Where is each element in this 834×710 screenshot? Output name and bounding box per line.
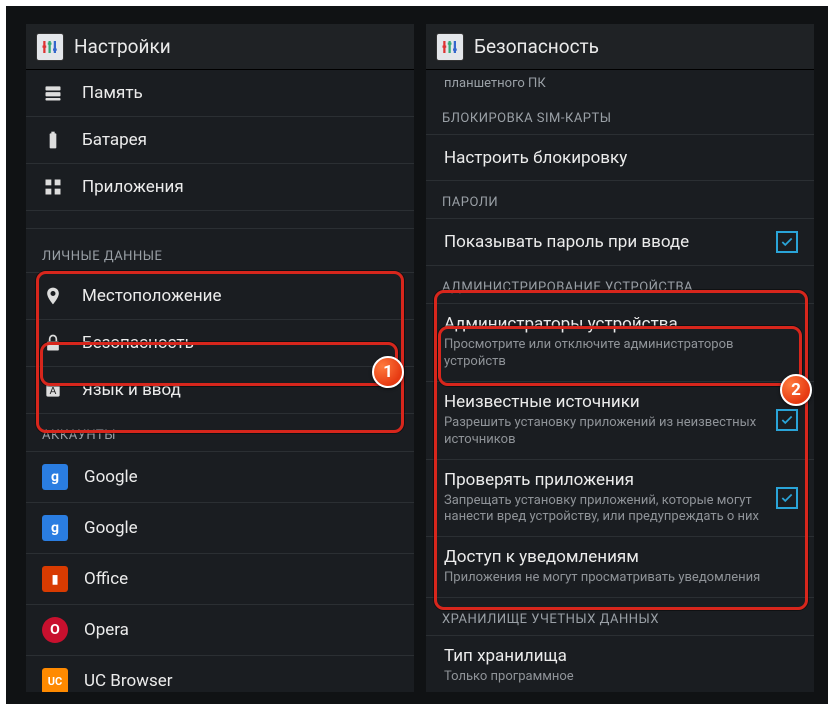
row-subtitle: Только программное (444, 669, 798, 686)
item-show-password[interactable]: Показывать пароль при вводе (426, 219, 814, 266)
row-label: Opera (84, 620, 398, 640)
row-label: Настроить блокировку (444, 148, 798, 168)
row-subtitle: Приложения не могут просматривать уведом… (444, 570, 798, 587)
section-accounts: АККАУНТЫ (26, 414, 414, 452)
phone-security: Безопасность планшетного ПК БЛОКИРОВКА S… (426, 24, 814, 692)
row-label: Приложения (82, 177, 398, 197)
item-unknown-sources[interactable]: Неизвестные источники Разрешить установк… (426, 382, 814, 460)
account-item-office[interactable]: ▮ Office (26, 554, 414, 605)
row-label: Google (84, 518, 398, 538)
settings-item-battery[interactable]: Батарея (26, 117, 414, 164)
row-subtitle: Просмотрите или отключите администраторо… (444, 337, 798, 371)
row-label: Безопасность (82, 333, 398, 353)
google-icon: g (42, 515, 68, 541)
section-passwords: ПАРОЛИ (426, 181, 814, 219)
titlebar: Безопасность (426, 24, 814, 70)
opera-icon: O (42, 617, 68, 643)
section-personal: ЛИЧНЫЕ ДАННЫЕ (26, 229, 414, 273)
settings-app-icon (36, 33, 64, 61)
row-subtitle: Запрещать установку приложений, которые … (444, 493, 768, 527)
row-label: UC Browser (84, 671, 398, 691)
checkbox-checked-icon[interactable] (776, 487, 798, 509)
truncated-subtitle: планшетного ПК (426, 70, 814, 97)
section-simlock: БЛОКИРОВКА SIM-КАРТЫ (426, 97, 814, 135)
section-credentials: ХРАНИЛИЩЕ УЧЕТНЫХ ДАННЫХ (426, 598, 814, 636)
storage-icon (42, 82, 64, 104)
row-label: Батарея (82, 130, 398, 150)
section-device-admin: АДМИНИСТРИРОВАНИЕ УСТРОЙСТВА (426, 266, 814, 304)
row-label: Память (82, 83, 398, 103)
titlebar: Настройки (26, 24, 414, 70)
account-item-google[interactable]: g Google (26, 503, 414, 554)
row-label: Неизвестные источники (444, 392, 768, 412)
phone-settings: Настройки Память Батарея Приложения ЛИЧН… (26, 24, 414, 692)
row-label: Показывать пароль при вводе (444, 232, 768, 252)
google-icon: g (42, 464, 68, 490)
office-icon: ▮ (42, 566, 68, 592)
apps-icon (42, 176, 64, 198)
location-icon (42, 285, 64, 307)
settings-item-language[interactable]: A Язык и ввод (26, 367, 414, 414)
language-icon: A (42, 379, 64, 401)
checkbox-checked-icon[interactable] (776, 409, 798, 431)
item-device-admins[interactable]: Администраторы устройства Просмотрите ил… (426, 304, 814, 382)
account-item-opera[interactable]: O Opera (26, 605, 414, 656)
divider (26, 211, 414, 229)
settings-item-security[interactable]: Безопасность (26, 320, 414, 367)
uc-icon: UC (42, 668, 68, 692)
row-label: Язык и ввод (82, 380, 398, 400)
battery-icon (42, 129, 64, 151)
page-title: Безопасность (474, 35, 599, 58)
row-label: Office (84, 569, 398, 589)
lock-icon (42, 332, 64, 354)
item-notification-access[interactable]: Доступ к уведомлениям Приложения не могу… (426, 537, 814, 598)
item-storage-type[interactable]: Тип хранилища Только программное (426, 636, 814, 692)
tutorial-canvas: Настройки Память Батарея Приложения ЛИЧН… (0, 0, 834, 710)
checkbox-checked-icon[interactable] (776, 231, 798, 253)
svg-text:A: A (50, 386, 57, 397)
row-subtitle: Разрешить установку приложений из неизве… (444, 415, 768, 449)
item-sim-lock[interactable]: Настроить блокировку (426, 135, 814, 181)
settings-item-apps[interactable]: Приложения (26, 164, 414, 211)
account-item-ucbrowser[interactable]: UC UC Browser (26, 656, 414, 692)
settings-item-storage[interactable]: Память (26, 70, 414, 117)
settings-item-location[interactable]: Местоположение (26, 273, 414, 320)
row-label: Тип хранилища (444, 646, 798, 666)
row-label: Проверять приложения (444, 470, 768, 490)
page-title: Настройки (74, 35, 171, 58)
item-verify-apps[interactable]: Проверять приложения Запрещать установку… (426, 460, 814, 538)
row-label: Доступ к уведомлениям (444, 547, 798, 567)
row-label: Google (84, 467, 398, 487)
account-item-google[interactable]: g Google (26, 452, 414, 503)
row-label: Местоположение (82, 286, 398, 306)
row-label: Администраторы устройства (444, 314, 798, 334)
settings-app-icon (436, 33, 464, 61)
